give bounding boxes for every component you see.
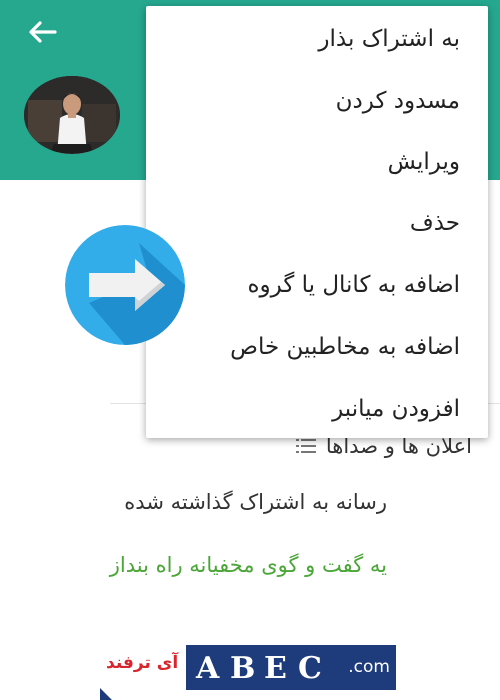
site-watermark: آی ترفند A B E C .com bbox=[100, 645, 396, 690]
watermark-domain: .com bbox=[348, 657, 390, 677]
back-button[interactable] bbox=[22, 14, 62, 50]
arrow-left-icon bbox=[29, 21, 57, 43]
watermark-corner bbox=[100, 688, 112, 700]
menu-item-share[interactable]: به اشتراک بذار bbox=[146, 8, 488, 70]
menu-item-block[interactable]: مسدود کردن bbox=[146, 70, 488, 132]
watermark-deco-e: E bbox=[264, 651, 287, 686]
watermark-deco-b: B bbox=[230, 651, 256, 686]
screen: اعلان ها و صداها رسانه به اشتراک گذاشته … bbox=[0, 0, 500, 700]
watermark-deco-c: C bbox=[298, 651, 322, 686]
watermark-deco-a: A bbox=[196, 651, 220, 686]
overflow-menu: به اشتراک بذار مسدود کردن ویرایش حذف اضا… bbox=[146, 6, 488, 438]
menu-item-add-shortcut[interactable]: افزودن میانبر bbox=[146, 378, 488, 440]
menu-item-add-to-favorite-contacts[interactable]: اضافه به مخاطبین خاص bbox=[146, 316, 488, 378]
start-secret-chat-row[interactable]: یه گفت و گوی مخفیانه راه بنداز bbox=[110, 553, 387, 577]
watermark-brand-box: آی ترفند bbox=[100, 645, 186, 690]
arrow-right-icon bbox=[65, 225, 185, 345]
avatar[interactable] bbox=[24, 76, 120, 154]
menu-item-delete[interactable]: حذف bbox=[146, 192, 488, 254]
menu-item-edit[interactable]: ویرایش bbox=[146, 131, 488, 193]
profile-photo bbox=[24, 76, 120, 154]
list-icon bbox=[295, 439, 316, 453]
watermark-brand: آی ترفند bbox=[106, 653, 179, 673]
menu-item-add-to-channel-or-group[interactable]: اضافه به کانال یا گروه bbox=[146, 254, 488, 316]
arrow-right-badge bbox=[65, 225, 185, 345]
shared-media-row[interactable]: رسانه به اشتراک گذاشته شده bbox=[124, 490, 387, 514]
